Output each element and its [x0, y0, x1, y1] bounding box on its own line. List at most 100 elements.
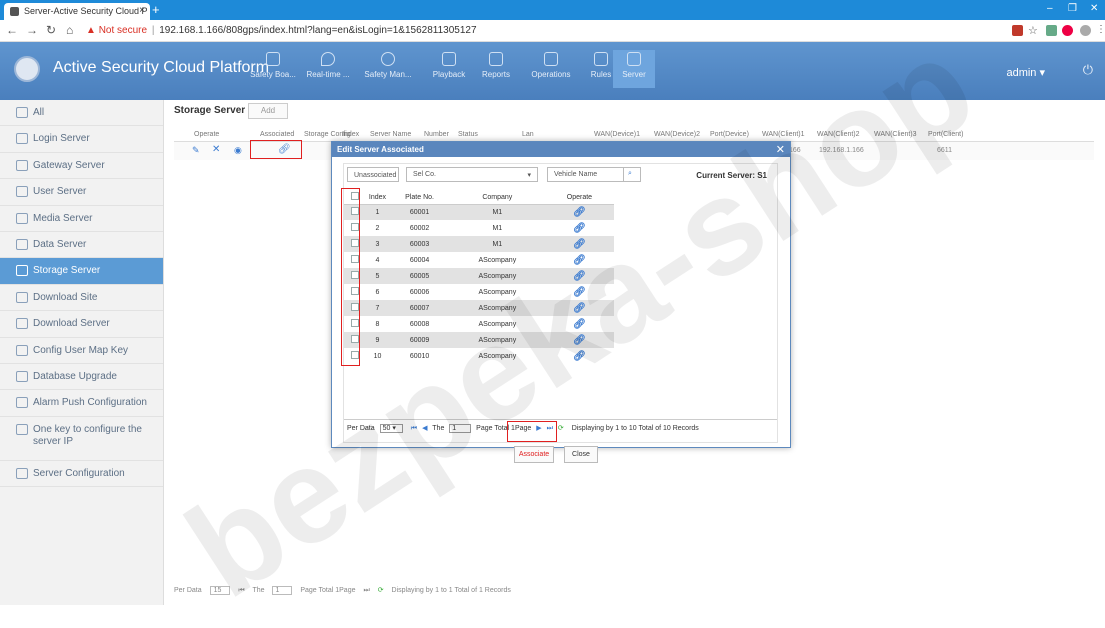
column-header: Index [365, 191, 390, 205]
shield-icon [266, 52, 280, 66]
sidebar-item-login-server[interactable]: Login Server [0, 126, 163, 153]
sidebar-item-download-server[interactable]: Download Server [0, 311, 163, 338]
reload-icon[interactable]: ↻ [46, 23, 56, 37]
download-icon [16, 291, 28, 303]
nav-safety-board[interactable]: Safety Boa... [245, 50, 301, 88]
menu-icon[interactable]: ⋮ [1096, 24, 1105, 35]
sidebar-item-media-server[interactable]: Media Server [0, 206, 163, 232]
column-header: WAN(Client)3 [874, 131, 917, 138]
close-button[interactable]: Close [564, 446, 598, 463]
last-page-icon[interactable]: ⏭ [363, 587, 369, 594]
app-header: Active Security Cloud Platform Safety Bo… [0, 42, 1105, 100]
delete-icon[interactable]: ✕ [212, 144, 220, 155]
sidebar-item-download-site[interactable]: Download Site [0, 285, 163, 312]
nav-operations[interactable]: Operations [523, 50, 579, 88]
edit-icon[interactable]: ✎ [192, 145, 200, 156]
home-icon[interactable]: ⌂ [66, 23, 73, 37]
table-row: 3 60003 M1 🔗︎ [344, 236, 614, 252]
server-icon [16, 159, 28, 171]
sidebar-item-storage-server[interactable]: Storage Server [0, 258, 163, 285]
refresh-icon[interactable]: ⟳ [378, 587, 384, 594]
cell-port-client: 6611 [937, 147, 953, 154]
bookmark-star-icon[interactable]: ☆ [1028, 24, 1038, 37]
table-row: 9 60009 AScompany 🔗︎ [344, 332, 614, 348]
window-close-icon[interactable]: ✕ [1090, 3, 1098, 14]
column-header: WAN(Device)2 [654, 131, 701, 138]
new-tab-button[interactable]: + [152, 2, 160, 17]
column-header: Company [449, 191, 545, 205]
first-page-icon[interactable]: ⏮ [411, 425, 417, 432]
server-settings-icon [627, 52, 641, 66]
minimize-icon[interactable]: – [1047, 3, 1053, 14]
refresh-icon[interactable]: ⟳ [558, 425, 564, 432]
sidebar-item-all[interactable]: All [0, 100, 163, 127]
vehicle-table: Index Plate No. Company Operate 1 60001 M1… [344, 191, 614, 364]
profile-icon[interactable] [1080, 25, 1091, 36]
view-icon[interactable]: ◉ [234, 145, 242, 156]
table-row: 8 60008 AScompany 🔗︎ [344, 316, 614, 332]
table-row: 10 60010 AScompany 🔗︎ [344, 348, 614, 364]
sidebar-item-database-upgrade[interactable]: Database Upgrade [0, 364, 163, 391]
associate-button[interactable]: Associate [514, 446, 554, 463]
nav-safety-management[interactable]: Safety Man... [360, 50, 416, 88]
power-icon[interactable]: ⏻ [1083, 62, 1093, 78]
associate-link-icon[interactable]: 🔗︎ [573, 287, 586, 298]
play-circle-icon [381, 52, 395, 66]
browser-tab[interactable]: Server-Active Security Cloud P × [4, 3, 150, 20]
associate-link-icon[interactable]: 🔗︎ [573, 319, 586, 330]
associate-link-icon[interactable]: 🔗︎ [573, 223, 586, 234]
sidebar-item-user-server[interactable]: User Server [0, 179, 163, 206]
highlight-associate-icon [250, 140, 302, 159]
associate-link-icon[interactable]: 🔗︎ [573, 303, 586, 314]
table-row: 1 60001 M1 🔗︎ [344, 204, 614, 220]
associate-link-icon[interactable]: 🔗︎ [573, 351, 586, 362]
column-header: Status [458, 131, 478, 138]
maximize-icon[interactable]: ❐ [1068, 3, 1077, 14]
add-button[interactable]: Add [248, 103, 288, 119]
extension-icon[interactable] [1062, 25, 1073, 36]
configuration-icon [16, 467, 28, 479]
per-page-select[interactable]: 50 ▾ [379, 424, 403, 433]
tab-close-icon[interactable]: × [139, 5, 145, 16]
associate-link-icon[interactable]: 🔗︎ [573, 207, 586, 218]
operations-icon [544, 52, 558, 66]
sidebar-item-alarm-push-configuration[interactable]: Alarm Push Configuration [0, 390, 163, 417]
key-icon [16, 344, 28, 356]
server-icon [16, 238, 28, 250]
dialog-title: Edit Server Associated [332, 142, 790, 157]
column-header: Plate No. [389, 191, 450, 205]
prev-page-icon[interactable]: ◀ [422, 425, 427, 432]
column-header: Operate [194, 131, 220, 138]
sidebar-item-gateway-server[interactable]: Gateway Server [0, 153, 163, 180]
sidebar-item-server-configuration[interactable]: Server Configuration [0, 461, 163, 488]
warning-icon: ▲ [86, 25, 96, 36]
sidebar-item-config-user-map-key[interactable]: Config User Map Key [0, 338, 163, 364]
nav-realtime[interactable]: Real-time ... [300, 50, 356, 88]
nav-server[interactable]: Server [613, 50, 655, 88]
url-field[interactable]: ▲ Not secure | 192.168.1.166/808gps/inde… [86, 25, 477, 36]
company-select[interactable]: Sel Co. ▾ [406, 167, 538, 182]
search-icon[interactable]: ⌕ [623, 167, 641, 182]
per-page-select[interactable]: 15 [209, 586, 231, 595]
associate-link-icon[interactable]: 🔗︎ [573, 335, 586, 346]
associate-link-icon[interactable]: 🔗︎ [573, 239, 586, 250]
sidebar-item-data-server[interactable]: Data Server [0, 232, 163, 259]
favicon-icon [10, 7, 19, 16]
page-input[interactable]: 1 [272, 586, 293, 595]
database-icon [16, 370, 28, 382]
dialog-close-icon[interactable]: ✕ [776, 143, 785, 156]
nav-reports[interactable]: Reports [468, 50, 524, 88]
sidebar-item-one-key-configure[interactable]: One key to configure the server IP [0, 417, 163, 461]
extension-icon[interactable] [1046, 25, 1057, 36]
status-select[interactable]: Unassociated ▾ [347, 167, 399, 182]
associate-link-icon[interactable]: 🔗︎ [573, 271, 586, 282]
forward-icon[interactable]: → [26, 23, 38, 37]
associate-link-icon[interactable]: 🔗︎ [573, 255, 586, 266]
user-menu[interactable]: admin ▾ [1006, 66, 1045, 79]
extension-icon[interactable] [1012, 25, 1023, 36]
first-page-icon[interactable]: ⏮ [238, 587, 244, 594]
server-icon [16, 107, 28, 118]
browser-tab-bar: Server-Active Security Cloud P × + – ❐ ✕ [0, 0, 1105, 20]
back-icon[interactable]: ← [6, 23, 18, 37]
page-input[interactable]: 1 [449, 424, 472, 433]
